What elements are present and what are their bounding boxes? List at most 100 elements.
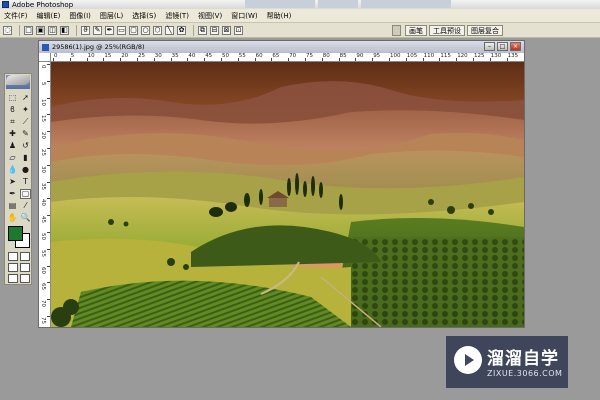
menu-select[interactable]: 选择(S): [132, 11, 156, 21]
shape-line-icon[interactable]: ╲: [165, 25, 174, 35]
screen-mode-menu[interactable]: [20, 263, 30, 272]
ruler-left-tick-label: 0: [40, 65, 46, 69]
gradient-tool-icon[interactable]: ▮: [20, 153, 31, 163]
marquee-tool-icon[interactable]: ⬚: [7, 93, 18, 103]
brush-option-icon[interactable]: ✎: [93, 25, 102, 35]
lasso-icon[interactable]: ϑ: [81, 25, 90, 35]
menu-bar: 文件(F) 编辑(E) 图像(I) 图层(L) 选择(S) 滤镜(T) 视图(V…: [0, 9, 600, 23]
menu-edit[interactable]: 编辑(E): [37, 11, 61, 21]
foreground-color-swatch[interactable]: [8, 226, 23, 241]
tab-tool-presets[interactable]: 工具预设: [429, 25, 465, 36]
intersect-shape-icon[interactable]: ⊠: [222, 25, 231, 35]
ruler-top-tick-label: 5: [70, 53, 75, 59]
ruler-left-tick-label: 30: [40, 165, 46, 173]
jump-to-imageready-button[interactable]: [8, 274, 18, 283]
notes-tool-icon[interactable]: ▤: [7, 201, 18, 211]
shape-rect-icon[interactable]: ▭: [117, 25, 126, 35]
palette-well-button[interactable]: [392, 25, 401, 36]
lasso-tool-icon[interactable]: ϐ: [7, 105, 18, 115]
minimize-icon[interactable]: –: [484, 42, 495, 51]
shape-ellipse-icon[interactable]: ○: [141, 25, 150, 35]
screen-mode-row: [5, 263, 31, 272]
ruler-top-tick-label: 50: [222, 53, 229, 59]
maximize-icon[interactable]: □: [497, 42, 508, 51]
photoshop-app-icon: [2, 1, 9, 8]
shape-polygon-icon[interactable]: ⬡: [153, 25, 162, 35]
ruler-top-tick-label: 90: [356, 53, 364, 59]
ruler-top-tick-label: 80: [322, 53, 330, 59]
brush-tool-icon[interactable]: ✎: [20, 129, 31, 139]
close-icon[interactable]: ×: [510, 42, 521, 51]
slice-tool-icon[interactable]: ⟋: [20, 117, 31, 127]
ruler-top-tick-label: 130: [490, 53, 502, 59]
toolbox-header[interactable]: [6, 75, 30, 89]
vertical-ruler[interactable]: 0 5 10 15 20 25 30 35 40 45 50 55 60 65 70 75: [39, 62, 51, 327]
ruler-top-tick-label: 30: [154, 53, 162, 59]
ruler-top-tick-label: 60: [255, 53, 263, 59]
standard-mode-button[interactable]: [8, 252, 18, 261]
intersect-selection-icon[interactable]: ◧: [60, 25, 69, 35]
menu-filter[interactable]: 滤镜(T): [165, 11, 189, 21]
menu-help[interactable]: 帮助(H): [267, 11, 292, 21]
jump-row: [5, 274, 31, 283]
menu-view[interactable]: 视图(V): [198, 11, 222, 21]
shape-tool-icon[interactable]: ▢: [20, 189, 31, 199]
ruler-top-tick-label: 65: [272, 53, 280, 59]
horizontal-ruler[interactable]: 0 5 10 15 20 25 30 35 40 45 50 55 60 65 70 75 80 85 90 95 10…: [51, 53, 524, 62]
title-bar-blurred-area: [245, 0, 451, 8]
combine-icon[interactable]: ⧉: [198, 25, 207, 35]
hand-tool-icon[interactable]: ✋: [7, 213, 18, 223]
eraser-tool-icon[interactable]: ▱: [7, 153, 18, 163]
tool-preset-icon[interactable]: ◌: [3, 25, 12, 35]
new-selection-icon[interactable]: □: [24, 25, 33, 35]
document-title-bar[interactable]: 29586(1).jpg @ 25%(RGB/8) – □ ×: [39, 41, 524, 53]
tab-brushes[interactable]: 画笔: [405, 25, 427, 36]
ruler-top-tick-label: 55: [238, 53, 246, 59]
ruler-top-tick-label: 100: [390, 53, 401, 59]
ruler-top-tick-label: 105: [406, 53, 418, 59]
blur-tool-icon[interactable]: 💧: [7, 165, 18, 175]
ruler-left-tick-label: 40: [40, 199, 46, 207]
path-select-icon[interactable]: ➤: [7, 177, 18, 187]
menu-file[interactable]: 文件(F): [4, 11, 28, 21]
pen-option-icon[interactable]: ✒: [105, 25, 114, 35]
subtract-shape-icon[interactable]: ⊡: [234, 25, 243, 35]
menu-window[interactable]: 窗口(W): [231, 11, 257, 21]
clone-stamp-icon[interactable]: ♟: [7, 141, 18, 151]
ruler-top-tick-label: 40: [188, 53, 196, 59]
screen-mode-standard[interactable]: [8, 263, 18, 272]
watermark: 溜溜自学 ZIXUE.3066.COM: [446, 336, 568, 388]
crop-tool-icon[interactable]: ⌗: [7, 117, 18, 127]
subtract-selection-icon[interactable]: ◫: [48, 25, 57, 35]
pen-tool-icon[interactable]: ✒: [7, 189, 18, 199]
ruler-top-tick-label: 75: [306, 53, 313, 59]
menu-layer[interactable]: 图层(L): [100, 11, 123, 21]
menu-image[interactable]: 图像(I): [69, 11, 91, 21]
ruler-top-tick-label: 95: [373, 53, 381, 59]
ruler-origin[interactable]: [39, 53, 51, 62]
dodge-tool-icon[interactable]: ●: [20, 165, 31, 175]
exclude-icon[interactable]: ⊟: [210, 25, 219, 35]
landscape-photo: [51, 62, 524, 327]
ruler-left-tick-label: 55: [40, 249, 46, 257]
tab-layer-comps[interactable]: 图层复合: [467, 25, 503, 36]
shape-round-icon[interactable]: ▢: [129, 25, 138, 35]
eyedropper-tool-icon[interactable]: ⁄: [20, 201, 31, 211]
add-selection-icon[interactable]: ▣: [36, 25, 45, 35]
move-tool-icon[interactable]: ➚: [20, 93, 31, 103]
ruler-left-tick-label: 50: [40, 233, 46, 240]
mask-mode-row: [5, 252, 31, 261]
play-logo-icon: [454, 346, 482, 374]
healing-brush-icon[interactable]: ✚: [7, 129, 18, 139]
zoom-tool-icon[interactable]: 🔍: [20, 213, 31, 223]
type-tool-icon[interactable]: T: [20, 177, 31, 187]
image-canvas[interactable]: [51, 62, 524, 327]
ruler-left-tick-label: 45: [40, 216, 46, 224]
magic-wand-tool-icon[interactable]: ✦: [20, 105, 31, 115]
custom-shape-icon[interactable]: ✿: [177, 25, 186, 35]
extra-button[interactable]: [20, 274, 30, 283]
history-brush-icon[interactable]: ↺: [20, 141, 31, 151]
quick-mask-button[interactable]: [20, 252, 30, 261]
separator: [193, 24, 194, 36]
document-icon: [42, 43, 49, 51]
